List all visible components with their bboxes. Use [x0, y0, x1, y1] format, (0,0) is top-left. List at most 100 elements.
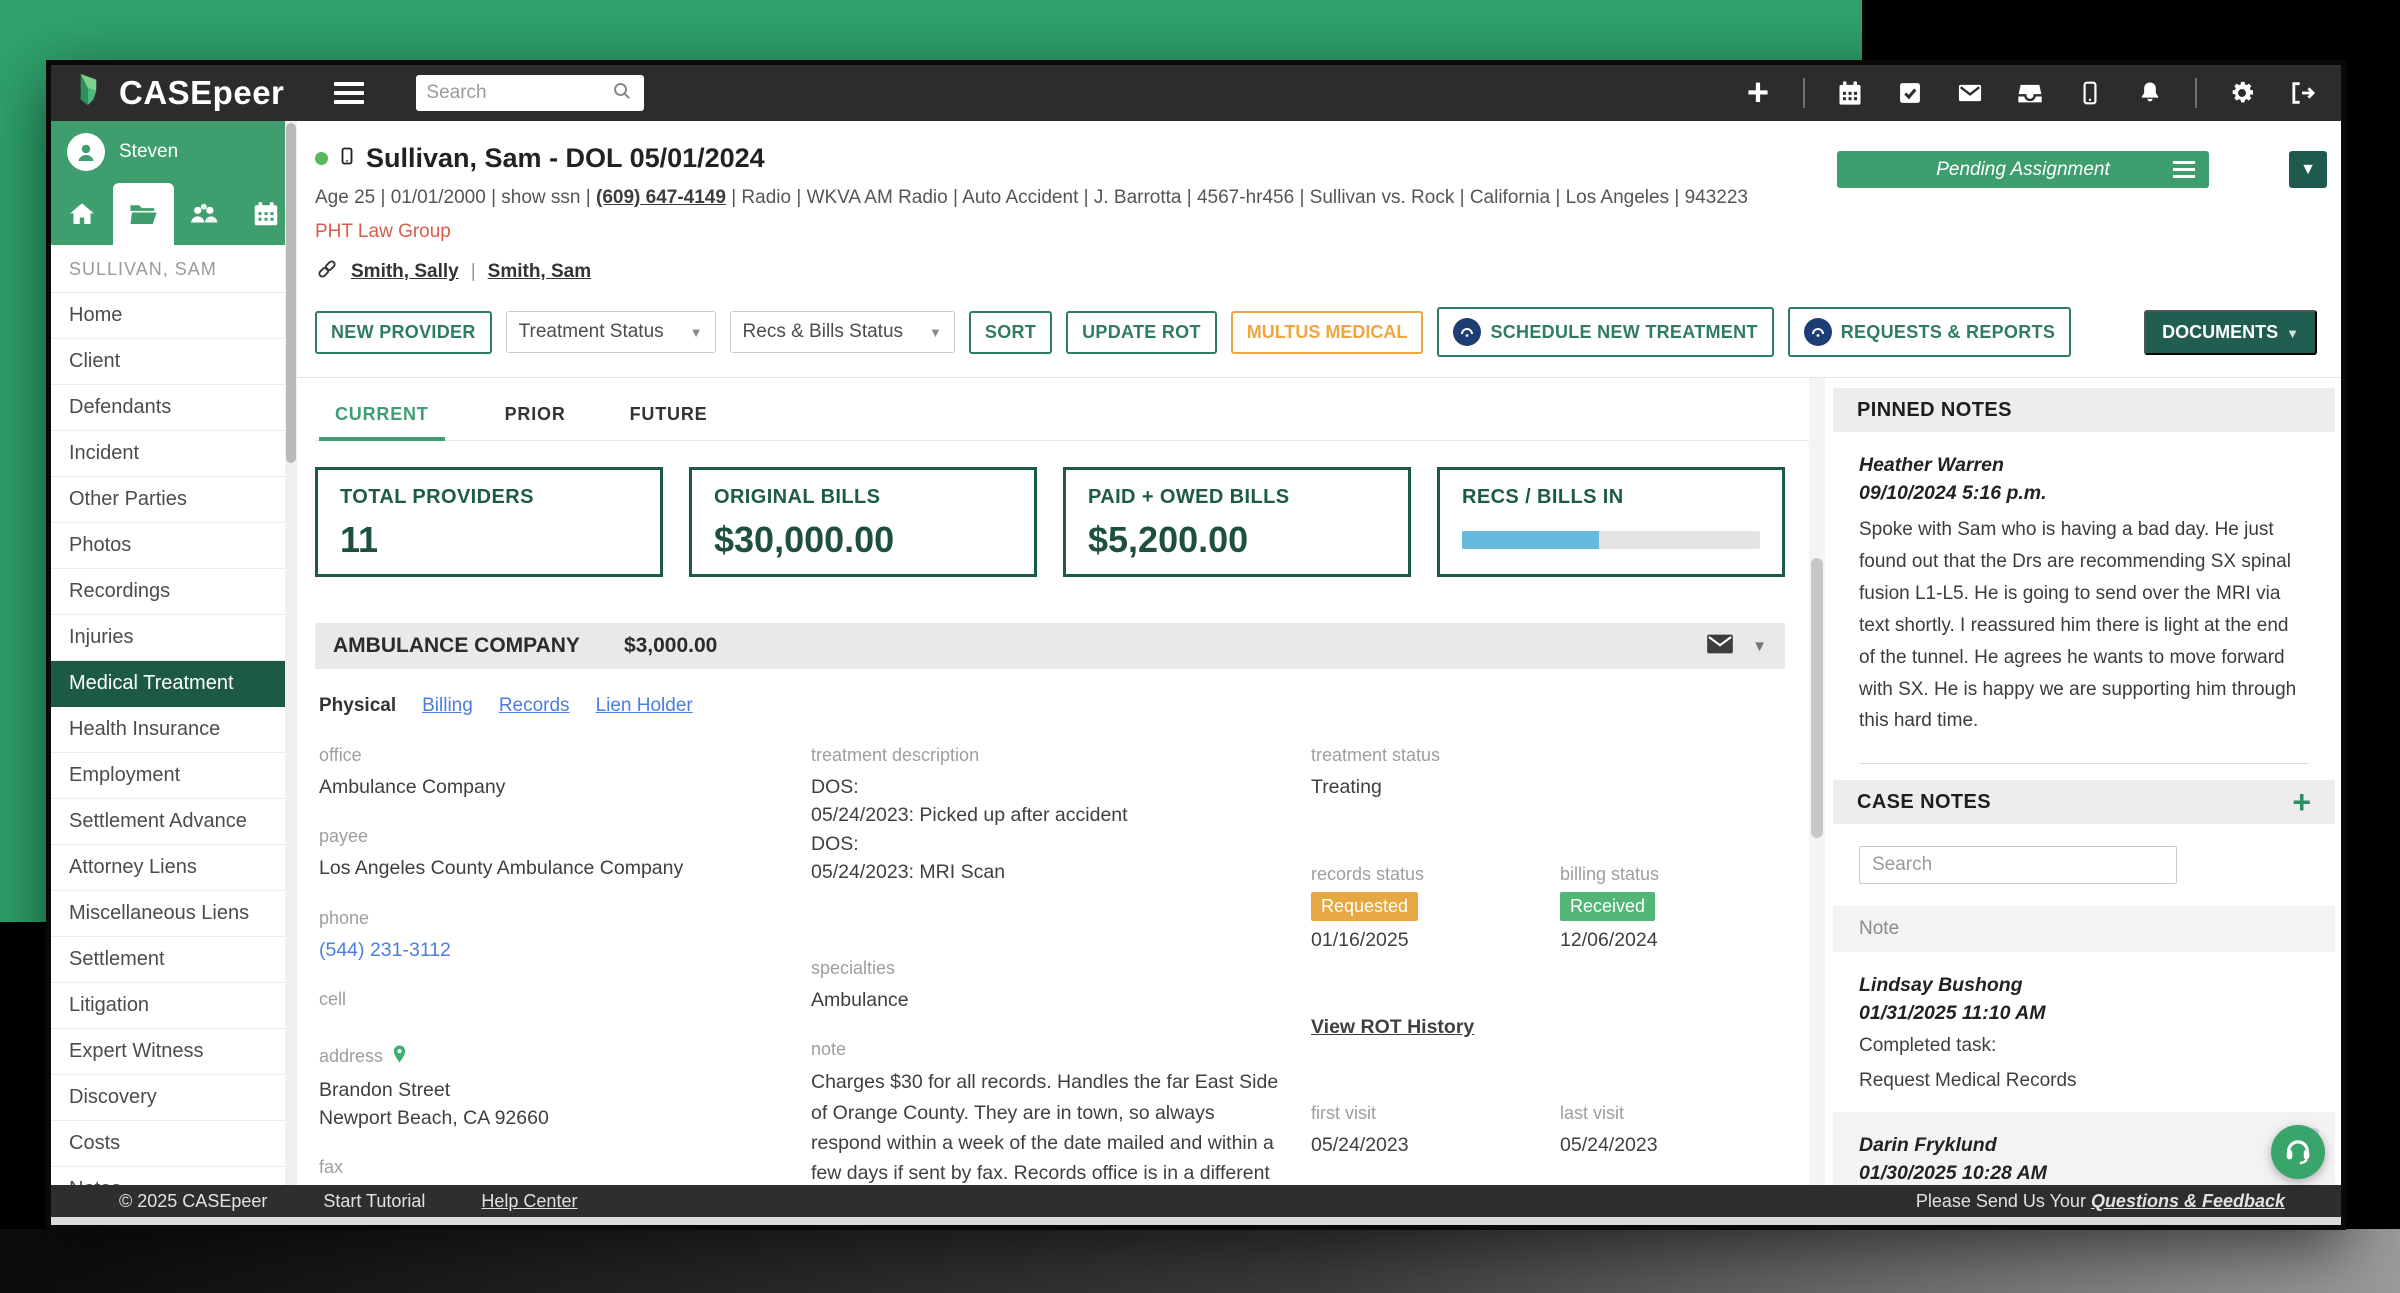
- case-notes-header: CASE NOTES +: [1833, 780, 2335, 824]
- menu-icon[interactable]: [334, 77, 364, 109]
- specialties-value: Ambulance: [811, 986, 1311, 1014]
- requests-reports-button[interactable]: REQUESTS & REPORTS: [1788, 307, 2071, 357]
- sidebar-item-attorney-liens[interactable]: Attorney Liens: [51, 845, 297, 891]
- sidebar-item-miscellaneous-liens[interactable]: Miscellaneous Liens: [51, 891, 297, 937]
- tab-lien-holder[interactable]: Lien Holder: [596, 695, 693, 717]
- sidebar-item-health-insurance[interactable]: Health Insurance: [51, 707, 297, 753]
- global-search-input[interactable]: [426, 82, 610, 104]
- treatment-status-filter[interactable]: Treatment Status▼: [506, 311, 716, 353]
- tab-billing[interactable]: Billing: [422, 695, 473, 717]
- sidebar-item-litigation[interactable]: Litigation: [51, 983, 297, 1029]
- related-case-link[interactable]: Smith, Sam: [488, 261, 591, 283]
- original-bills-card: ORIGINAL BILLS $30,000.00: [689, 467, 1037, 577]
- note-column-header: Note: [1833, 906, 2335, 952]
- note-author: Heather Warren: [1859, 454, 2309, 477]
- partner-logo-icon: [1804, 318, 1832, 346]
- sidebar-item-costs[interactable]: Costs: [51, 1121, 297, 1167]
- sidebar-item-employment[interactable]: Employment: [51, 753, 297, 799]
- tab-records[interactable]: Records: [499, 695, 570, 717]
- mobile-icon[interactable]: [2075, 78, 2105, 108]
- notifications-icon[interactable]: [2135, 78, 2165, 108]
- sidebar-item-medical-treatment[interactable]: Medical Treatment: [51, 661, 297, 707]
- sidebar-item-injuries[interactable]: Injuries: [51, 615, 297, 661]
- status-menu-icon: [2173, 157, 2195, 182]
- provider-phone-link[interactable]: (544) 231-3112: [319, 936, 811, 964]
- tab-contacts-icon[interactable]: [174, 183, 236, 245]
- multus-medical-button[interactable]: MULTUS MEDICAL: [1231, 311, 1424, 354]
- user-menu[interactable]: Steven: [51, 121, 297, 183]
- headset-icon: [2283, 1135, 2313, 1170]
- tab-home-icon[interactable]: [51, 183, 113, 245]
- client-phone-link[interactable]: (609) 647-4149: [596, 187, 726, 208]
- schedule-new-treatment-button[interactable]: SCHEDULE NEW TREATMENT: [1437, 307, 1773, 357]
- desktop: CASEpeer +: [0, 0, 2400, 1293]
- first-visit-value: 05/24/2023: [1311, 1131, 1560, 1159]
- case-meta: Age 25 | 01/01/2000 | show ssn | (609) 6…: [315, 187, 2317, 209]
- case-status-dropdown-button[interactable]: ▼: [2289, 151, 2327, 188]
- update-rot-button[interactable]: UPDATE ROT: [1066, 311, 1217, 354]
- sidebar-item-settlement-advance[interactable]: Settlement Advance: [51, 799, 297, 845]
- inbox-icon[interactable]: [2015, 78, 2045, 108]
- sidebar-item-client[interactable]: Client: [51, 339, 297, 385]
- pinned-note[interactable]: Heather Warren 09/10/2024 5:16 p.m. Spok…: [1833, 432, 2335, 743]
- tab-cases-icon[interactable]: [113, 183, 175, 245]
- documents-button[interactable]: DOCUMENTS▼: [2144, 310, 2317, 355]
- related-case-link[interactable]: Smith, Sally: [351, 261, 459, 283]
- sidebar-item-photos[interactable]: Photos: [51, 523, 297, 569]
- support-chat-button[interactable]: [2271, 1125, 2325, 1179]
- tab-current[interactable]: CURRENT: [319, 398, 445, 441]
- case-note-entry[interactable]: Lindsay Bushong 01/31/2025 11:10 AM Comp…: [1833, 952, 2335, 1112]
- provider-header[interactable]: AMBULANCE COMPANY $3,000.00 ▼: [315, 623, 1785, 669]
- sidebar-item-other-parties[interactable]: Other Parties: [51, 477, 297, 523]
- case-note-entry[interactable]: ⤢ Darin Fryklund 01/30/2025 10:28 AM Ass…: [1833, 1112, 2335, 1185]
- recs-bills-in-card: RECS / BILLS IN: [1437, 467, 1785, 577]
- view-rot-history-link[interactable]: View ROT History: [1311, 1016, 1560, 1077]
- partner-logo-icon: [1453, 318, 1481, 346]
- sidebar-scrollbar[interactable]: [285, 121, 297, 1185]
- note-author: Lindsay Bushong: [1859, 974, 2309, 997]
- tab-future[interactable]: FUTURE: [626, 398, 712, 440]
- tab-prior[interactable]: PRIOR: [501, 398, 570, 440]
- add-icon[interactable]: +: [1743, 78, 1773, 108]
- global-search[interactable]: [416, 75, 644, 111]
- sidebar-item-home[interactable]: Home: [51, 293, 297, 339]
- sort-button[interactable]: SORT: [969, 311, 1052, 354]
- recs-bills-status-filter[interactable]: Recs & Bills Status▼: [730, 311, 955, 353]
- map-pin-icon[interactable]: [391, 1044, 408, 1069]
- sidebar-nav: Home Client Defendants Incident Other Pa…: [51, 293, 297, 1185]
- email-provider-icon[interactable]: [1706, 633, 1734, 660]
- brand-logo[interactable]: CASEpeer: [75, 71, 284, 116]
- sidebar-item-discovery[interactable]: Discovery: [51, 1075, 297, 1121]
- start-tutorial-link[interactable]: Start Tutorial: [323, 1191, 425, 1212]
- last-visit-value: 05/24/2023: [1560, 1131, 1809, 1159]
- records-status-badge: Requested: [1311, 892, 1418, 921]
- case-notes-search-input[interactable]: [1859, 846, 2177, 884]
- sidebar-item-recordings[interactable]: Recordings: [51, 569, 297, 615]
- sidebar-item-incident[interactable]: Incident: [51, 431, 297, 477]
- settings-icon[interactable]: [2227, 78, 2257, 108]
- sidebar-item-expert-witness[interactable]: Expert Witness: [51, 1029, 297, 1075]
- case-status-button[interactable]: Pending Assignment: [1837, 151, 2209, 188]
- feedback-text: Please Send Us Your Questions & Feedback: [1916, 1191, 2285, 1212]
- main-scrollbar[interactable]: [1809, 378, 1825, 1185]
- tasks-icon[interactable]: [1895, 78, 1925, 108]
- sidebar-item-settlement[interactable]: Settlement: [51, 937, 297, 983]
- tab-physical[interactable]: Physical: [319, 695, 396, 717]
- new-provider-button[interactable]: NEW PROVIDER: [315, 311, 492, 354]
- collapse-provider-icon[interactable]: ▼: [1752, 638, 1767, 655]
- treatment-main: CURRENT PRIOR FUTURE TOTAL PROVIDERS 11 …: [297, 378, 1809, 1185]
- note-body: Spoke with Sam who is having a bad day. …: [1859, 514, 2309, 737]
- app-footer: © 2025 CASEpeer Start Tutorial Help Cent…: [51, 1185, 2341, 1217]
- mail-icon[interactable]: [1955, 78, 1985, 108]
- feedback-link[interactable]: Questions & Feedback: [2091, 1191, 2285, 1211]
- sidebar-item-notes[interactable]: Notes: [51, 1167, 297, 1185]
- help-center-link[interactable]: Help Center: [481, 1191, 577, 1212]
- calendar-icon[interactable]: [1835, 78, 1865, 108]
- add-case-note-button[interactable]: +: [2292, 792, 2311, 812]
- records-status-date: 01/16/2025: [1311, 929, 1560, 952]
- topbar-actions: +: [1743, 78, 2317, 108]
- paid-owed-bills-card: PAID + OWED BILLS $5,200.00: [1063, 467, 1411, 577]
- note-datetime: 01/30/2025 10:28 AM: [1859, 1162, 2309, 1185]
- sidebar-item-defendants[interactable]: Defendants: [51, 385, 297, 431]
- logout-icon[interactable]: [2287, 78, 2317, 108]
